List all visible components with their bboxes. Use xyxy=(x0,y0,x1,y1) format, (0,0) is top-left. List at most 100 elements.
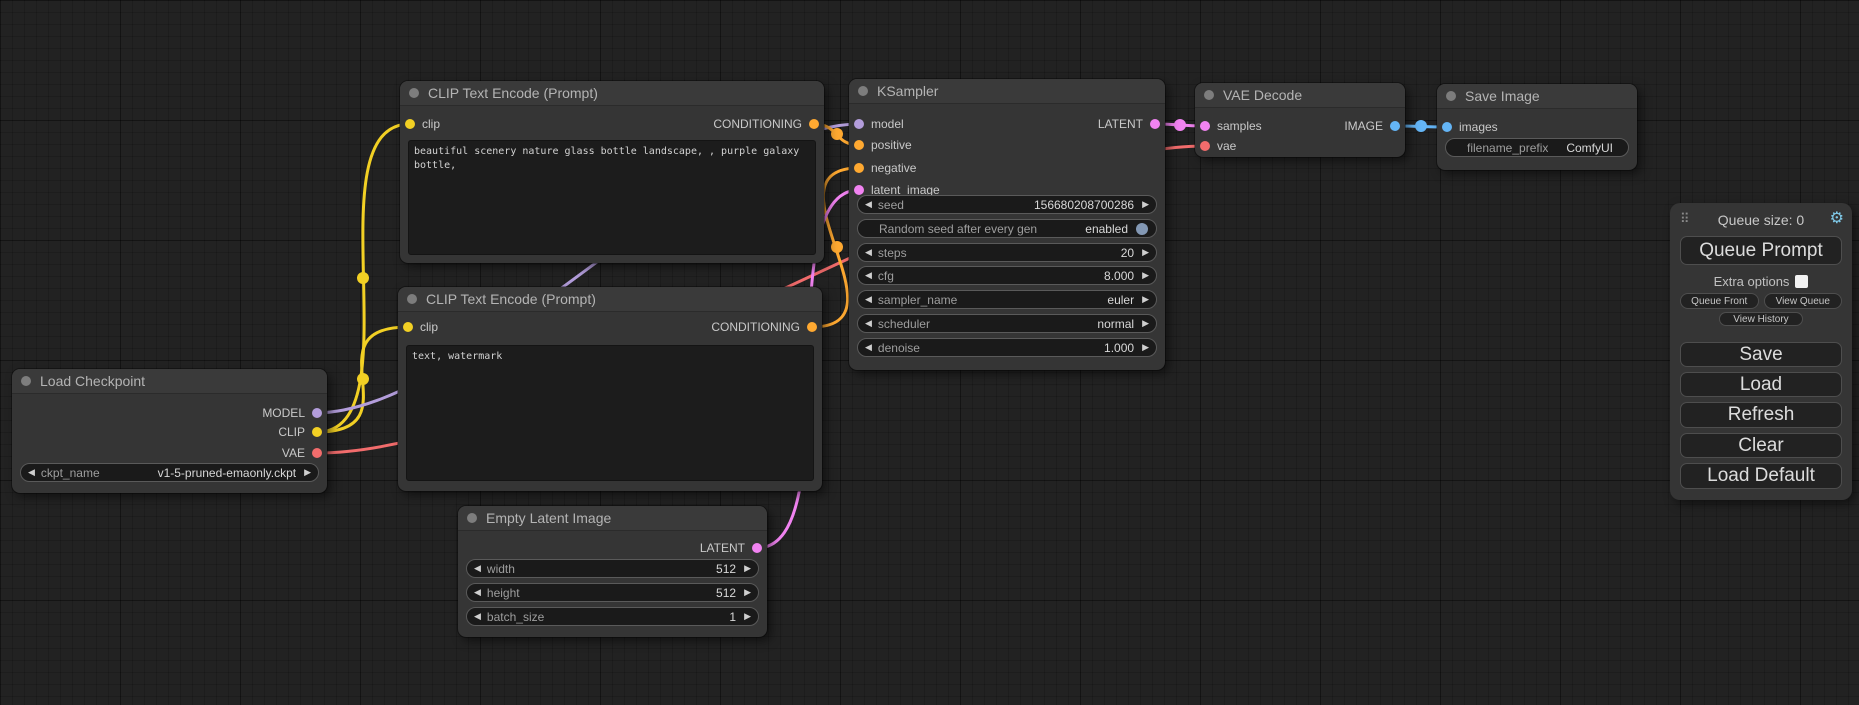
queue-front-button[interactable]: Queue Front xyxy=(1680,293,1759,309)
clip-slot-icon[interactable] xyxy=(403,322,413,332)
node-title-bar[interactable]: Save Image xyxy=(1437,84,1637,109)
increment-arrow-icon[interactable]: ▶ xyxy=(1142,295,1149,304)
input-slot-clip[interactable]: clip xyxy=(405,114,440,134)
node-graph-canvas[interactable]: Load Checkpoint MODEL CLIP VAE ◀ ckpt_na… xyxy=(0,0,1859,705)
decrement-arrow-icon[interactable]: ◀ xyxy=(865,295,872,304)
collapse-dot-icon[interactable] xyxy=(467,513,477,523)
decrement-arrow-icon[interactable]: ◀ xyxy=(474,588,481,597)
positive-prompt-textarea[interactable]: beautiful scenery nature glass bottle la… xyxy=(408,140,816,255)
node-empty-latent-image[interactable]: Empty Latent Image LATENT ◀ width 512 ▶ … xyxy=(458,506,767,637)
sampler-name-widget[interactable]: ◀ sampler_name euler ▶ xyxy=(857,290,1157,309)
node-clip-text-encode-1[interactable]: CLIP Text Encode (Prompt) clip CONDITION… xyxy=(400,81,824,263)
collapse-dot-icon[interactable] xyxy=(858,86,868,96)
random-seed-toggle-widget[interactable]: Random seed after every gen enabled xyxy=(857,219,1157,238)
output-slot-latent[interactable]: LATENT xyxy=(1098,114,1160,134)
increment-arrow-icon[interactable]: ▶ xyxy=(1142,200,1149,209)
batch-size-widget[interactable]: ◀ batch_size 1 ▶ xyxy=(466,607,759,626)
collapse-dot-icon[interactable] xyxy=(21,376,31,386)
clip-slot-icon[interactable] xyxy=(405,119,415,129)
vae-slot-icon[interactable] xyxy=(1200,141,1210,151)
latent-slot-icon[interactable] xyxy=(1150,119,1160,129)
node-title-bar[interactable]: CLIP Text Encode (Prompt) xyxy=(400,81,824,106)
node-vae-decode[interactable]: VAE Decode samples vae IMAGE xyxy=(1195,83,1405,157)
decrement-arrow-icon[interactable]: ◀ xyxy=(865,200,872,209)
increment-arrow-icon[interactable]: ▶ xyxy=(744,588,751,597)
increment-arrow-icon[interactable]: ▶ xyxy=(1142,271,1149,280)
input-slot-model[interactable]: model xyxy=(854,114,904,134)
queue-prompt-button[interactable]: Queue Prompt xyxy=(1680,236,1842,265)
node-title-bar[interactable]: KSampler xyxy=(849,79,1165,104)
extra-options-checkbox[interactable] xyxy=(1795,275,1808,288)
load-default-button[interactable]: Load Default xyxy=(1680,463,1842,489)
decrement-arrow-icon[interactable]: ◀ xyxy=(865,343,872,352)
collapse-dot-icon[interactable] xyxy=(409,88,419,98)
output-slot-clip[interactable]: CLIP xyxy=(278,422,322,442)
clear-button[interactable]: Clear xyxy=(1680,433,1842,458)
latent-slot-icon[interactable] xyxy=(752,543,762,553)
load-button[interactable]: Load xyxy=(1680,372,1842,397)
latent-slot-icon[interactable] xyxy=(1200,121,1210,131)
negative-prompt-textarea[interactable]: text, watermark xyxy=(406,345,814,481)
output-slot-vae[interactable]: VAE xyxy=(282,443,322,463)
settings-gear-icon[interactable]: ⚙ xyxy=(1830,208,1844,228)
vae-slot-icon[interactable] xyxy=(312,448,322,458)
input-slot-positive[interactable]: positive xyxy=(854,135,912,155)
height-widget[interactable]: ◀ height 512 ▶ xyxy=(466,583,759,602)
conditioning-slot-icon[interactable] xyxy=(854,163,864,173)
node-ksampler[interactable]: KSampler model positive negative latent_… xyxy=(849,79,1165,370)
decrement-arrow-icon[interactable]: ◀ xyxy=(865,271,872,280)
node-title-bar[interactable]: Empty Latent Image xyxy=(458,506,767,531)
increment-arrow-icon[interactable]: ▶ xyxy=(744,612,751,621)
scheduler-widget[interactable]: ◀ scheduler normal ▶ xyxy=(857,314,1157,333)
collapse-dot-icon[interactable] xyxy=(1204,90,1214,100)
toggle-dot-icon[interactable] xyxy=(1136,223,1148,235)
increment-arrow-icon[interactable]: ▶ xyxy=(1142,319,1149,328)
denoise-widget[interactable]: ◀ denoise 1.000 ▶ xyxy=(857,338,1157,357)
increment-arrow-icon[interactable]: ▶ xyxy=(1142,248,1149,257)
input-slot-images[interactable]: images xyxy=(1442,117,1498,137)
decrement-arrow-icon[interactable]: ◀ xyxy=(865,248,872,257)
node-load-checkpoint[interactable]: Load Checkpoint MODEL CLIP VAE ◀ ckpt_na… xyxy=(12,369,327,493)
node-clip-text-encode-2[interactable]: CLIP Text Encode (Prompt) clip CONDITION… xyxy=(398,287,822,491)
input-slot-vae[interactable]: vae xyxy=(1200,136,1236,156)
decrement-arrow-icon[interactable]: ◀ xyxy=(28,468,35,477)
ckpt-name-widget[interactable]: ◀ ckpt_name v1-5-pruned-emaonly.ckpt ▶ xyxy=(20,463,319,482)
model-slot-icon[interactable] xyxy=(312,408,322,418)
decrement-arrow-icon[interactable]: ◀ xyxy=(865,319,872,328)
image-slot-icon[interactable] xyxy=(1390,121,1400,131)
node-title-bar[interactable]: CLIP Text Encode (Prompt) xyxy=(398,287,822,312)
output-slot-image[interactable]: IMAGE xyxy=(1344,116,1400,136)
node-save-image[interactable]: Save Image images filename_prefix ComfyU… xyxy=(1437,84,1637,170)
output-slot-conditioning[interactable]: CONDITIONING xyxy=(713,114,819,134)
width-widget[interactable]: ◀ width 512 ▶ xyxy=(466,559,759,578)
refresh-button[interactable]: Refresh xyxy=(1680,402,1842,428)
save-button[interactable]: Save xyxy=(1680,342,1842,367)
node-title-bar[interactable]: VAE Decode xyxy=(1195,83,1405,108)
output-slot-conditioning[interactable]: CONDITIONING xyxy=(711,317,817,337)
conditioning-slot-icon[interactable] xyxy=(854,140,864,150)
input-slot-samples[interactable]: samples xyxy=(1200,116,1262,136)
seed-widget[interactable]: ◀ seed 156680208700286 ▶ xyxy=(857,195,1157,214)
view-history-button[interactable]: View History xyxy=(1719,312,1803,326)
view-queue-button[interactable]: View Queue xyxy=(1764,293,1843,309)
decrement-arrow-icon[interactable]: ◀ xyxy=(474,612,481,621)
conditioning-slot-icon[interactable] xyxy=(807,322,817,332)
steps-widget[interactable]: ◀ steps 20 ▶ xyxy=(857,243,1157,262)
increment-arrow-icon[interactable]: ▶ xyxy=(1142,343,1149,352)
decrement-arrow-icon[interactable]: ◀ xyxy=(474,564,481,573)
cfg-widget[interactable]: ◀ cfg 8.000 ▶ xyxy=(857,266,1157,285)
collapse-dot-icon[interactable] xyxy=(1446,91,1456,101)
collapse-dot-icon[interactable] xyxy=(407,294,417,304)
filename-prefix-widget[interactable]: filename_prefix ComfyUI xyxy=(1445,138,1629,157)
image-slot-icon[interactable] xyxy=(1442,122,1452,132)
input-slot-negative[interactable]: negative xyxy=(854,158,916,178)
output-slot-latent[interactable]: LATENT xyxy=(700,538,762,558)
latent-slot-icon[interactable] xyxy=(854,185,864,195)
increment-arrow-icon[interactable]: ▶ xyxy=(304,468,311,477)
node-title-bar[interactable]: Load Checkpoint xyxy=(12,369,327,394)
conditioning-slot-icon[interactable] xyxy=(809,119,819,129)
model-slot-icon[interactable] xyxy=(854,119,864,129)
clip-slot-icon[interactable] xyxy=(312,427,322,437)
output-slot-model[interactable]: MODEL xyxy=(262,403,322,423)
increment-arrow-icon[interactable]: ▶ xyxy=(744,564,751,573)
